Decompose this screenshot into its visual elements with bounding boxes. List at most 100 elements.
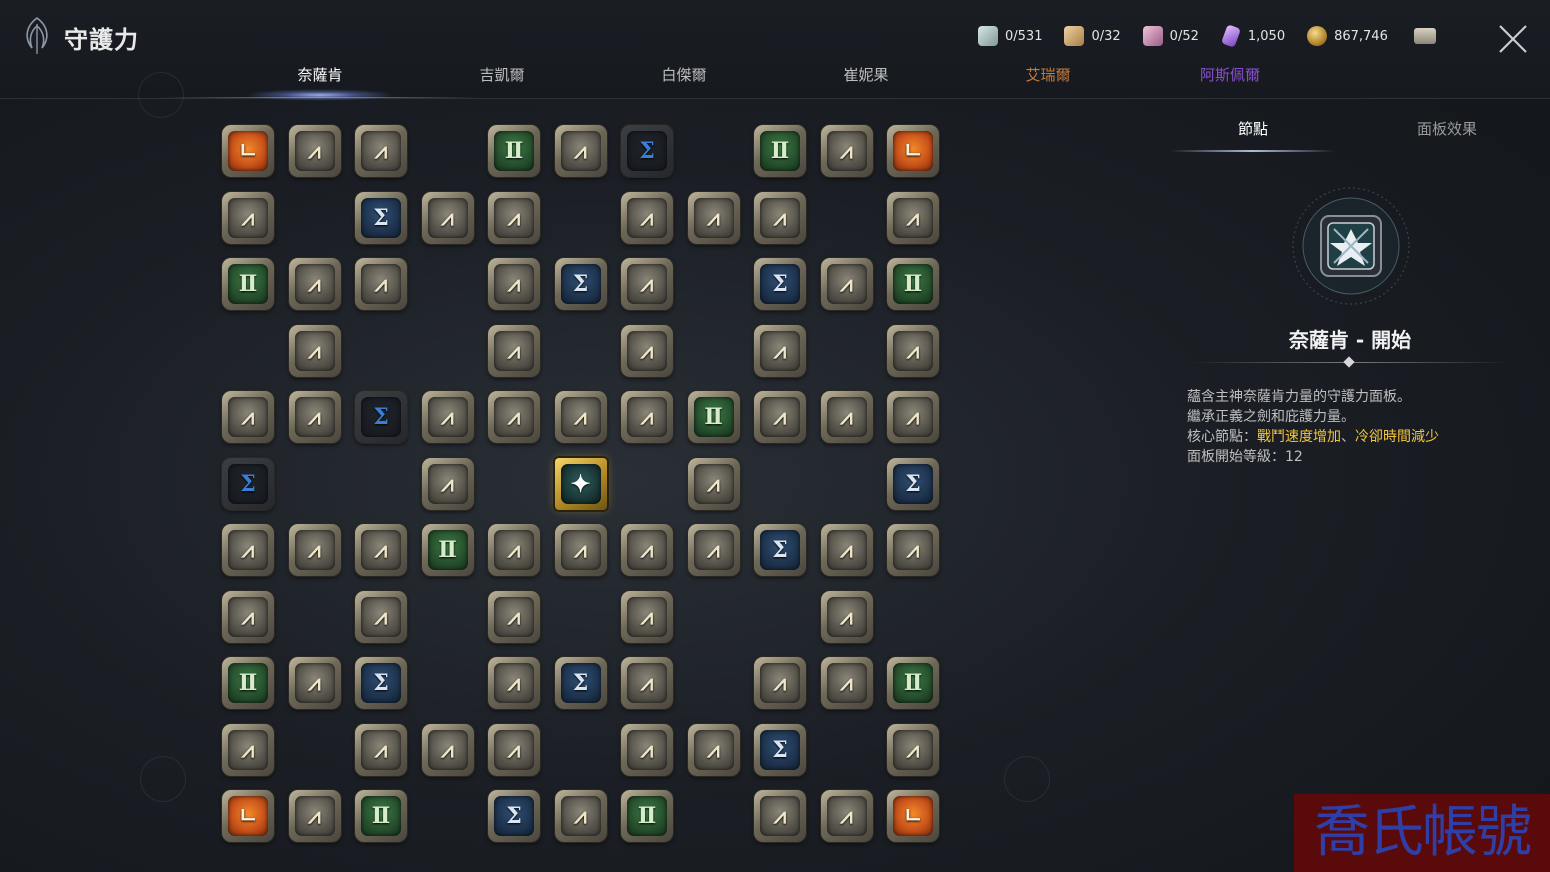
board-node-normal[interactable]: ⩘ bbox=[621, 524, 673, 576]
board-node-orange[interactable]: ㄴ bbox=[887, 790, 939, 842]
tab-nasaken[interactable]: 奈薩肯 bbox=[230, 64, 410, 85]
board-node-blue[interactable]: Σ bbox=[754, 524, 806, 576]
board-node-normal[interactable]: ⩘ bbox=[621, 324, 673, 377]
board-node-normal[interactable]: ⩘ bbox=[554, 524, 607, 576]
board-node-blue[interactable]: Σ bbox=[355, 191, 407, 244]
tab-nodes[interactable]: 節點 bbox=[1238, 118, 1268, 139]
close-icon[interactable] bbox=[1494, 20, 1532, 58]
board-node-normal[interactable]: ⩘ bbox=[621, 723, 673, 776]
board-node-green[interactable]: Ⅱ bbox=[222, 258, 274, 310]
board-node-normal[interactable]: ⩘ bbox=[621, 590, 673, 643]
board-node-normal[interactable]: ⩘ bbox=[288, 657, 341, 709]
board-node-orange[interactable]: ㄴ bbox=[887, 125, 939, 177]
board-node-normal[interactable]: ⩘ bbox=[288, 125, 341, 177]
board-node-normal[interactable]: ⩘ bbox=[222, 723, 274, 776]
board-node-normal[interactable]: ⩘ bbox=[754, 191, 806, 244]
board-node-blue[interactable]: Σ bbox=[488, 790, 540, 842]
board-node-normal[interactable]: ⩘ bbox=[554, 125, 607, 177]
board-node-orange[interactable]: ㄴ bbox=[222, 125, 274, 177]
board-node-normal[interactable]: ⩘ bbox=[820, 391, 873, 443]
board-node-normal[interactable]: ⩘ bbox=[820, 258, 873, 310]
board-node-green[interactable]: Ⅱ bbox=[754, 125, 806, 177]
board-node-normal[interactable]: ⩘ bbox=[754, 324, 806, 377]
board-node-normal[interactable]: ⩘ bbox=[355, 524, 407, 576]
board-node-normal[interactable]: ⩘ bbox=[621, 258, 673, 310]
board-node-normal[interactable]: ⩘ bbox=[488, 723, 540, 776]
board-node-dark[interactable]: Σ bbox=[222, 457, 274, 510]
board-node-normal[interactable]: ⩘ bbox=[820, 125, 873, 177]
node-face: Σ bbox=[760, 264, 800, 304]
board-node-normal[interactable]: ⩘ bbox=[554, 391, 607, 443]
board-node-normal[interactable]: ⩘ bbox=[887, 723, 939, 776]
board-node-normal[interactable]: ⩘ bbox=[887, 324, 939, 377]
tab-asper[interactable]: 阿斯佩爾 bbox=[1140, 64, 1320, 85]
board-node-normal[interactable]: ⩘ bbox=[820, 657, 873, 709]
board-node-normal[interactable]: ⩘ bbox=[687, 457, 740, 510]
board-node-normal[interactable]: ⩘ bbox=[222, 191, 274, 244]
board-node-normal[interactable]: ⩘ bbox=[621, 391, 673, 443]
board-node-normal[interactable]: ⩘ bbox=[288, 324, 341, 377]
board-node-normal[interactable]: ⩘ bbox=[820, 790, 873, 842]
board-node-normal[interactable]: ⩘ bbox=[621, 657, 673, 709]
board-node-normal[interactable]: ⩘ bbox=[488, 258, 540, 310]
tab-gikel[interactable]: 吉凱爾 bbox=[412, 64, 592, 85]
board-node-normal[interactable]: ⩘ bbox=[488, 391, 540, 443]
board-node-normal[interactable]: ⩘ bbox=[355, 723, 407, 776]
board-node-normal[interactable]: ⩘ bbox=[621, 191, 673, 244]
board-node-green[interactable]: Ⅱ bbox=[687, 391, 740, 443]
board-node-normal[interactable]: ⩘ bbox=[355, 125, 407, 177]
board-node-core[interactable]: ✦ bbox=[554, 457, 607, 510]
board-node-normal[interactable]: ⩘ bbox=[488, 191, 540, 244]
board-node-normal[interactable]: ⩘ bbox=[754, 391, 806, 443]
board-node-normal[interactable]: ⩘ bbox=[687, 723, 740, 776]
inventory-book-icon[interactable] bbox=[1413, 28, 1436, 44]
board-node-green[interactable]: Ⅱ bbox=[222, 657, 274, 709]
board-node-normal[interactable]: ⩘ bbox=[488, 524, 540, 576]
board-node-normal[interactable]: ⩘ bbox=[887, 391, 939, 443]
board-node-normal[interactable]: ⩘ bbox=[288, 790, 341, 842]
board-node-normal[interactable]: ⩘ bbox=[488, 324, 540, 377]
board-node-normal[interactable]: ⩘ bbox=[820, 524, 873, 576]
tab-board-effects[interactable]: 面板效果 bbox=[1417, 118, 1477, 139]
board-node-normal[interactable]: ⩘ bbox=[355, 258, 407, 310]
board-node-blue[interactable]: Σ bbox=[754, 723, 806, 776]
board-node-green[interactable]: Ⅱ bbox=[887, 657, 939, 709]
board-node-normal[interactable]: ⩘ bbox=[887, 524, 939, 576]
board-node-normal[interactable]: ⩘ bbox=[820, 590, 873, 643]
board-node-green[interactable]: Ⅱ bbox=[488, 125, 540, 177]
board-node-normal[interactable]: ⩘ bbox=[222, 590, 274, 643]
board-node-normal[interactable]: ⩘ bbox=[687, 524, 740, 576]
board-node-normal[interactable]: ⩘ bbox=[687, 191, 740, 244]
board-node-normal[interactable]: ⩘ bbox=[288, 391, 341, 443]
board-node-normal[interactable]: ⩘ bbox=[754, 790, 806, 842]
board-node-green[interactable]: Ⅱ bbox=[621, 790, 673, 842]
board-node-normal[interactable]: ⩘ bbox=[421, 391, 474, 443]
board-node-green[interactable]: Ⅱ bbox=[887, 258, 939, 310]
board-node-normal[interactable]: ⩘ bbox=[421, 723, 474, 776]
board-node-blue[interactable]: Σ bbox=[887, 457, 939, 510]
board-node-blue[interactable]: Σ bbox=[554, 258, 607, 310]
board-node-blue[interactable]: Σ bbox=[754, 258, 806, 310]
board-node-blue[interactable]: Σ bbox=[355, 657, 407, 709]
board-node-dark[interactable]: Σ bbox=[355, 391, 407, 443]
board-node-normal[interactable]: ⩘ bbox=[754, 657, 806, 709]
board-node-normal[interactable]: ⩘ bbox=[421, 191, 474, 244]
board-node-normal[interactable]: ⩘ bbox=[222, 391, 274, 443]
board-node-orange[interactable]: ㄴ bbox=[222, 790, 274, 842]
board-node-normal[interactable]: ⩘ bbox=[355, 590, 407, 643]
tab-cuinigu[interactable]: 崔妮果 bbox=[776, 64, 956, 85]
board-node-normal[interactable]: ⩘ bbox=[288, 258, 341, 310]
board-node-normal[interactable]: ⩘ bbox=[488, 590, 540, 643]
board-node-normal[interactable]: ⩘ bbox=[554, 790, 607, 842]
tab-ariel[interactable]: 艾瑞爾 bbox=[958, 64, 1138, 85]
tab-baijel[interactable]: 白傑爾 bbox=[594, 64, 774, 85]
board-node-green[interactable]: Ⅱ bbox=[421, 524, 474, 576]
board-node-normal[interactable]: ⩘ bbox=[887, 191, 939, 244]
board-node-blue[interactable]: Σ bbox=[554, 657, 607, 709]
board-node-normal[interactable]: ⩘ bbox=[488, 657, 540, 709]
board-node-green[interactable]: Ⅱ bbox=[355, 790, 407, 842]
board-node-normal[interactable]: ⩘ bbox=[421, 457, 474, 510]
board-node-dark[interactable]: Σ bbox=[621, 125, 673, 177]
board-node-normal[interactable]: ⩘ bbox=[288, 524, 341, 576]
board-node-normal[interactable]: ⩘ bbox=[222, 524, 274, 576]
